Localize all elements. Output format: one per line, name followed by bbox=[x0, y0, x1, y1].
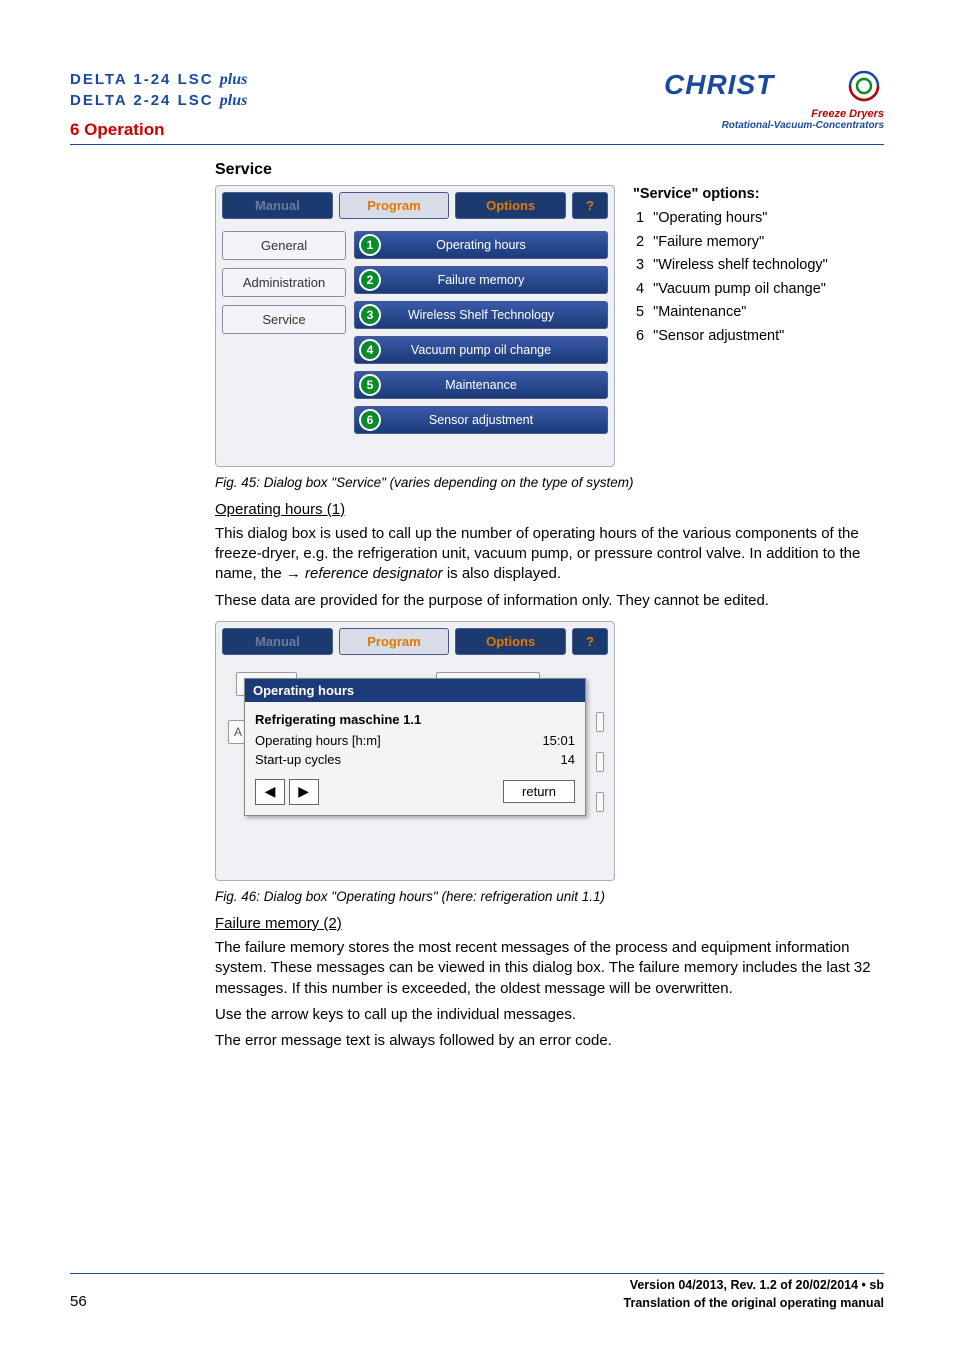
ghost-right-2 bbox=[596, 752, 604, 772]
footer-version: Version 04/2013, Rev. 1.2 of 20/02/2014 … bbox=[624, 1278, 884, 1292]
badge-4-icon: 4 bbox=[359, 339, 381, 361]
failure-memory-p1: The failure memory stores the most recen… bbox=[215, 938, 884, 999]
left-btn-general[interactable]: General bbox=[222, 231, 346, 260]
badge-2-icon: 2 bbox=[359, 269, 381, 291]
popup-row-cycles: Start-up cycles14 bbox=[255, 750, 575, 769]
logo-text: CHRIST bbox=[664, 70, 776, 100]
operating-hours-p2: These data are provided for the purpose … bbox=[215, 591, 884, 611]
badge-3-icon: 3 bbox=[359, 304, 381, 326]
page-number: 56 bbox=[70, 1293, 87, 1310]
tab-options-2[interactable]: Options bbox=[455, 628, 566, 655]
page-footer: 56 Version 04/2013, Rev. 1.2 of 20/02/20… bbox=[70, 1273, 884, 1310]
section-heading: 6 Operation bbox=[70, 120, 247, 140]
prev-button[interactable]: ◀ bbox=[255, 779, 285, 805]
service-heading: Service bbox=[215, 161, 884, 179]
service-options-legend: "Service" options: 1"Operating hours" 2"… bbox=[633, 185, 836, 350]
logo-subtitle-1: Freeze Dryers bbox=[664, 108, 884, 120]
operating-hours-popup: Operating hours Refrigerating maschine 1… bbox=[244, 678, 586, 816]
brand-logo: CHRIST Freeze Dryers Rotational-Vacuum-C… bbox=[664, 70, 884, 131]
failure-memory-p2: Use the arrow keys to call up the indivi… bbox=[215, 1005, 884, 1025]
service-dialog: Manual Program Options ? General Adminis… bbox=[215, 185, 615, 467]
btn-vacuum-oil-change[interactable]: 4Vacuum pump oil change bbox=[354, 336, 608, 364]
failure-memory-heading: Failure memory (2) bbox=[215, 914, 342, 934]
tab-manual-2[interactable]: Manual bbox=[222, 628, 333, 655]
tab-manual[interactable]: Manual bbox=[222, 192, 333, 219]
fig46-caption: Fig. 46: Dialog box "Operating hours" (h… bbox=[215, 889, 884, 904]
logo-subtitle-2: Rotational-Vacuum-Concentrators bbox=[664, 120, 884, 131]
failure-memory-p3: The error message text is always followe… bbox=[215, 1031, 884, 1051]
btn-wireless-shelf[interactable]: 3Wireless Shelf Technology bbox=[354, 301, 608, 329]
fig45-caption: Fig. 45: Dialog box "Service" (varies de… bbox=[215, 475, 884, 490]
btn-sensor-adjustment[interactable]: 6Sensor adjustment bbox=[354, 406, 608, 434]
next-button[interactable]: ▶ bbox=[289, 779, 319, 805]
return-button[interactable]: return bbox=[503, 780, 575, 803]
badge-5-icon: 5 bbox=[359, 374, 381, 396]
tab-program-2[interactable]: Program bbox=[339, 628, 450, 655]
left-btn-administration[interactable]: Administration bbox=[222, 268, 346, 297]
popup-row-hours: Operating hours [h:m]15:01 bbox=[255, 731, 575, 750]
operating-hours-heading: Operating hours (1) bbox=[215, 500, 345, 520]
tab-help-2[interactable]: ? bbox=[572, 628, 608, 655]
operating-hours-dialog: Manual Program Options ? General Operati… bbox=[215, 621, 615, 881]
tab-program[interactable]: Program bbox=[339, 192, 450, 219]
tab-options[interactable]: Options bbox=[455, 192, 566, 219]
popup-subtitle: Refrigerating maschine 1.1 bbox=[255, 708, 575, 731]
badge-1-icon: 1 bbox=[359, 234, 381, 256]
footer-translation: Translation of the original operating ma… bbox=[624, 1296, 884, 1310]
left-btn-service[interactable]: Service bbox=[222, 305, 346, 334]
tab-help[interactable]: ? bbox=[572, 192, 608, 219]
btn-maintenance[interactable]: 5Maintenance bbox=[354, 371, 608, 399]
ghost-right-3 bbox=[596, 792, 604, 812]
operating-hours-p1: This dialog box is used to call up the n… bbox=[215, 524, 884, 585]
header-rule bbox=[70, 144, 884, 145]
product-line-2: DELTA 2-24 LSC plus bbox=[70, 91, 247, 112]
ghost-right-1 bbox=[596, 712, 604, 732]
popup-title: Operating hours bbox=[245, 679, 585, 702]
btn-failure-memory[interactable]: 2Failure memory bbox=[354, 266, 608, 294]
product-line-1: DELTA 1-24 LSC plus bbox=[70, 70, 247, 91]
badge-6-icon: 6 bbox=[359, 409, 381, 431]
btn-operating-hours[interactable]: 1Operating hours bbox=[354, 231, 608, 259]
